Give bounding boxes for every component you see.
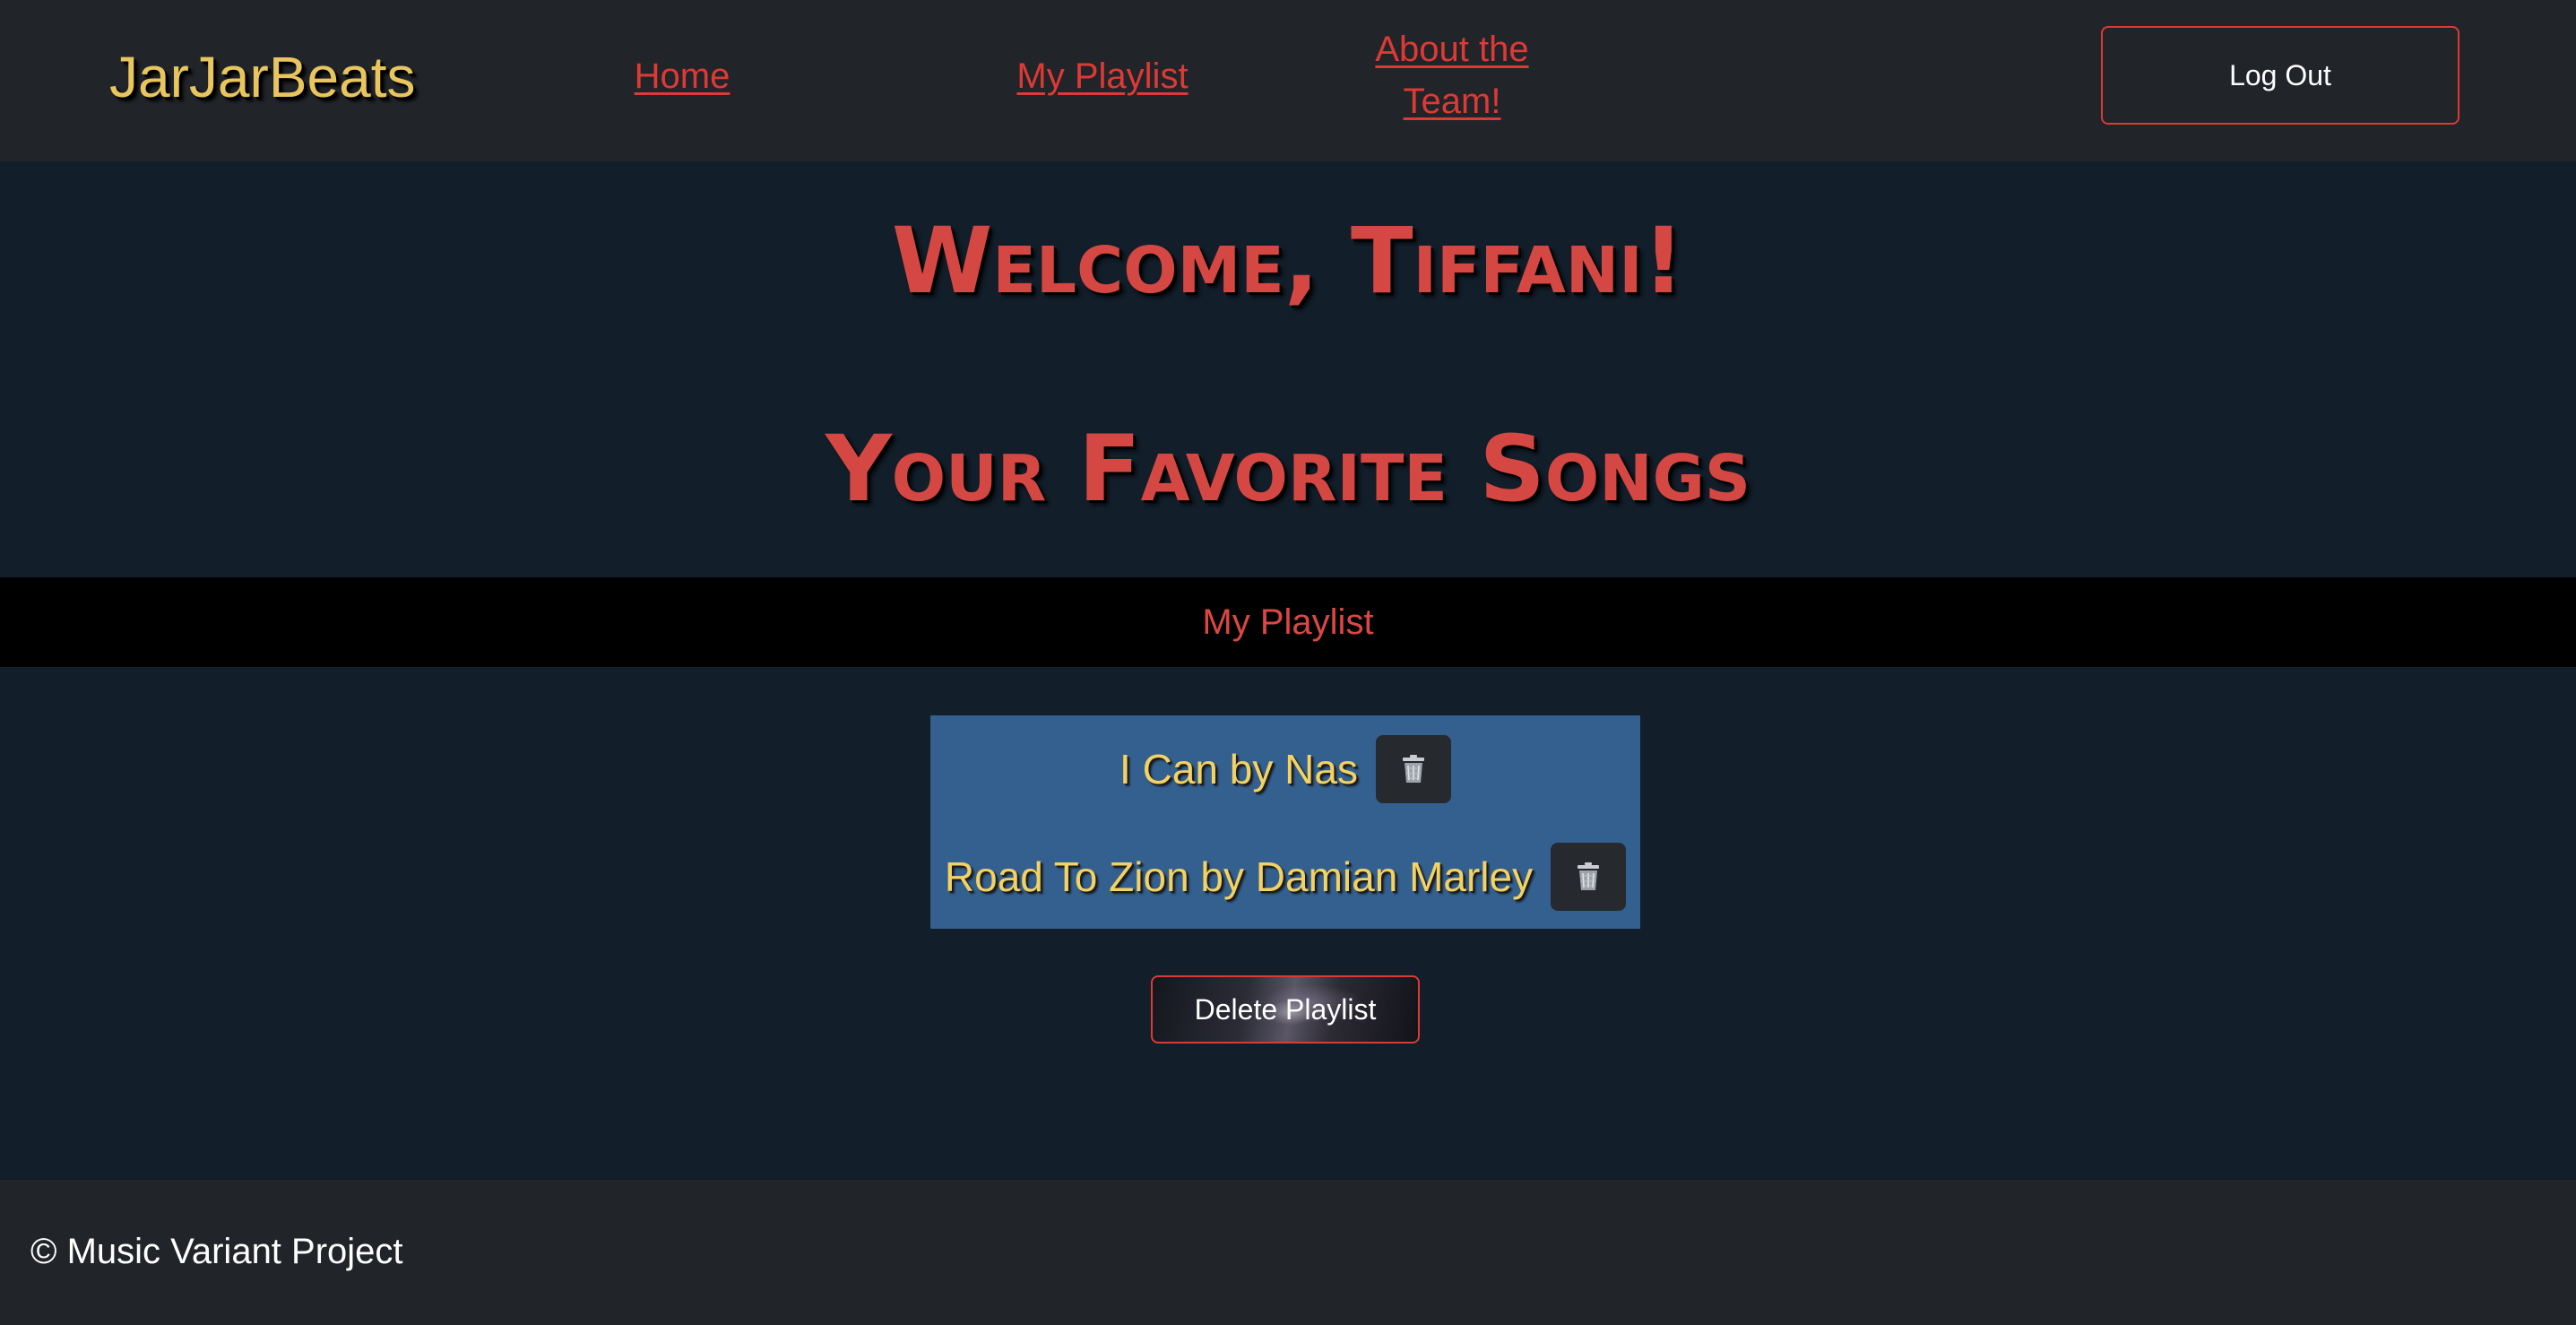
- delete-song-button[interactable]: [1375, 735, 1451, 803]
- navbar: JarJarBeats Home My Playlist About the T…: [0, 0, 2576, 161]
- welcome-heading: Welcome, Tiffani!: [891, 208, 1685, 315]
- favorite-songs-heading: Your Favorite Songs: [825, 416, 1751, 523]
- song-list: I Can by Nas Road To Zion by Damian Marl…: [930, 715, 1640, 929]
- song-row: Road To Zion by Damian Marley: [930, 841, 1640, 913]
- footer-copyright: © Music Variant Project: [30, 1232, 403, 1271]
- trash-icon: [1578, 862, 1600, 890]
- logout-button[interactable]: Log Out: [2101, 26, 2459, 125]
- nav-link-my-playlist[interactable]: My Playlist: [968, 50, 1237, 102]
- song-title: I Can by Nas: [1119, 746, 1358, 792]
- nav-link-home[interactable]: Home: [609, 50, 755, 102]
- delete-playlist-button[interactable]: Delete Playlist: [1151, 975, 1420, 1044]
- song-row: I Can by Nas: [930, 733, 1640, 805]
- delete-song-button[interactable]: [1551, 843, 1627, 911]
- brand-logo[interactable]: JarJarBeats: [109, 41, 415, 113]
- song-title: Road To Zion by Damian Marley: [944, 853, 1534, 900]
- playlist-header-bar: My Playlist: [0, 577, 2576, 667]
- trash-icon: [1402, 755, 1424, 783]
- nav-link-about-team[interactable]: About the Team!: [1344, 23, 1560, 127]
